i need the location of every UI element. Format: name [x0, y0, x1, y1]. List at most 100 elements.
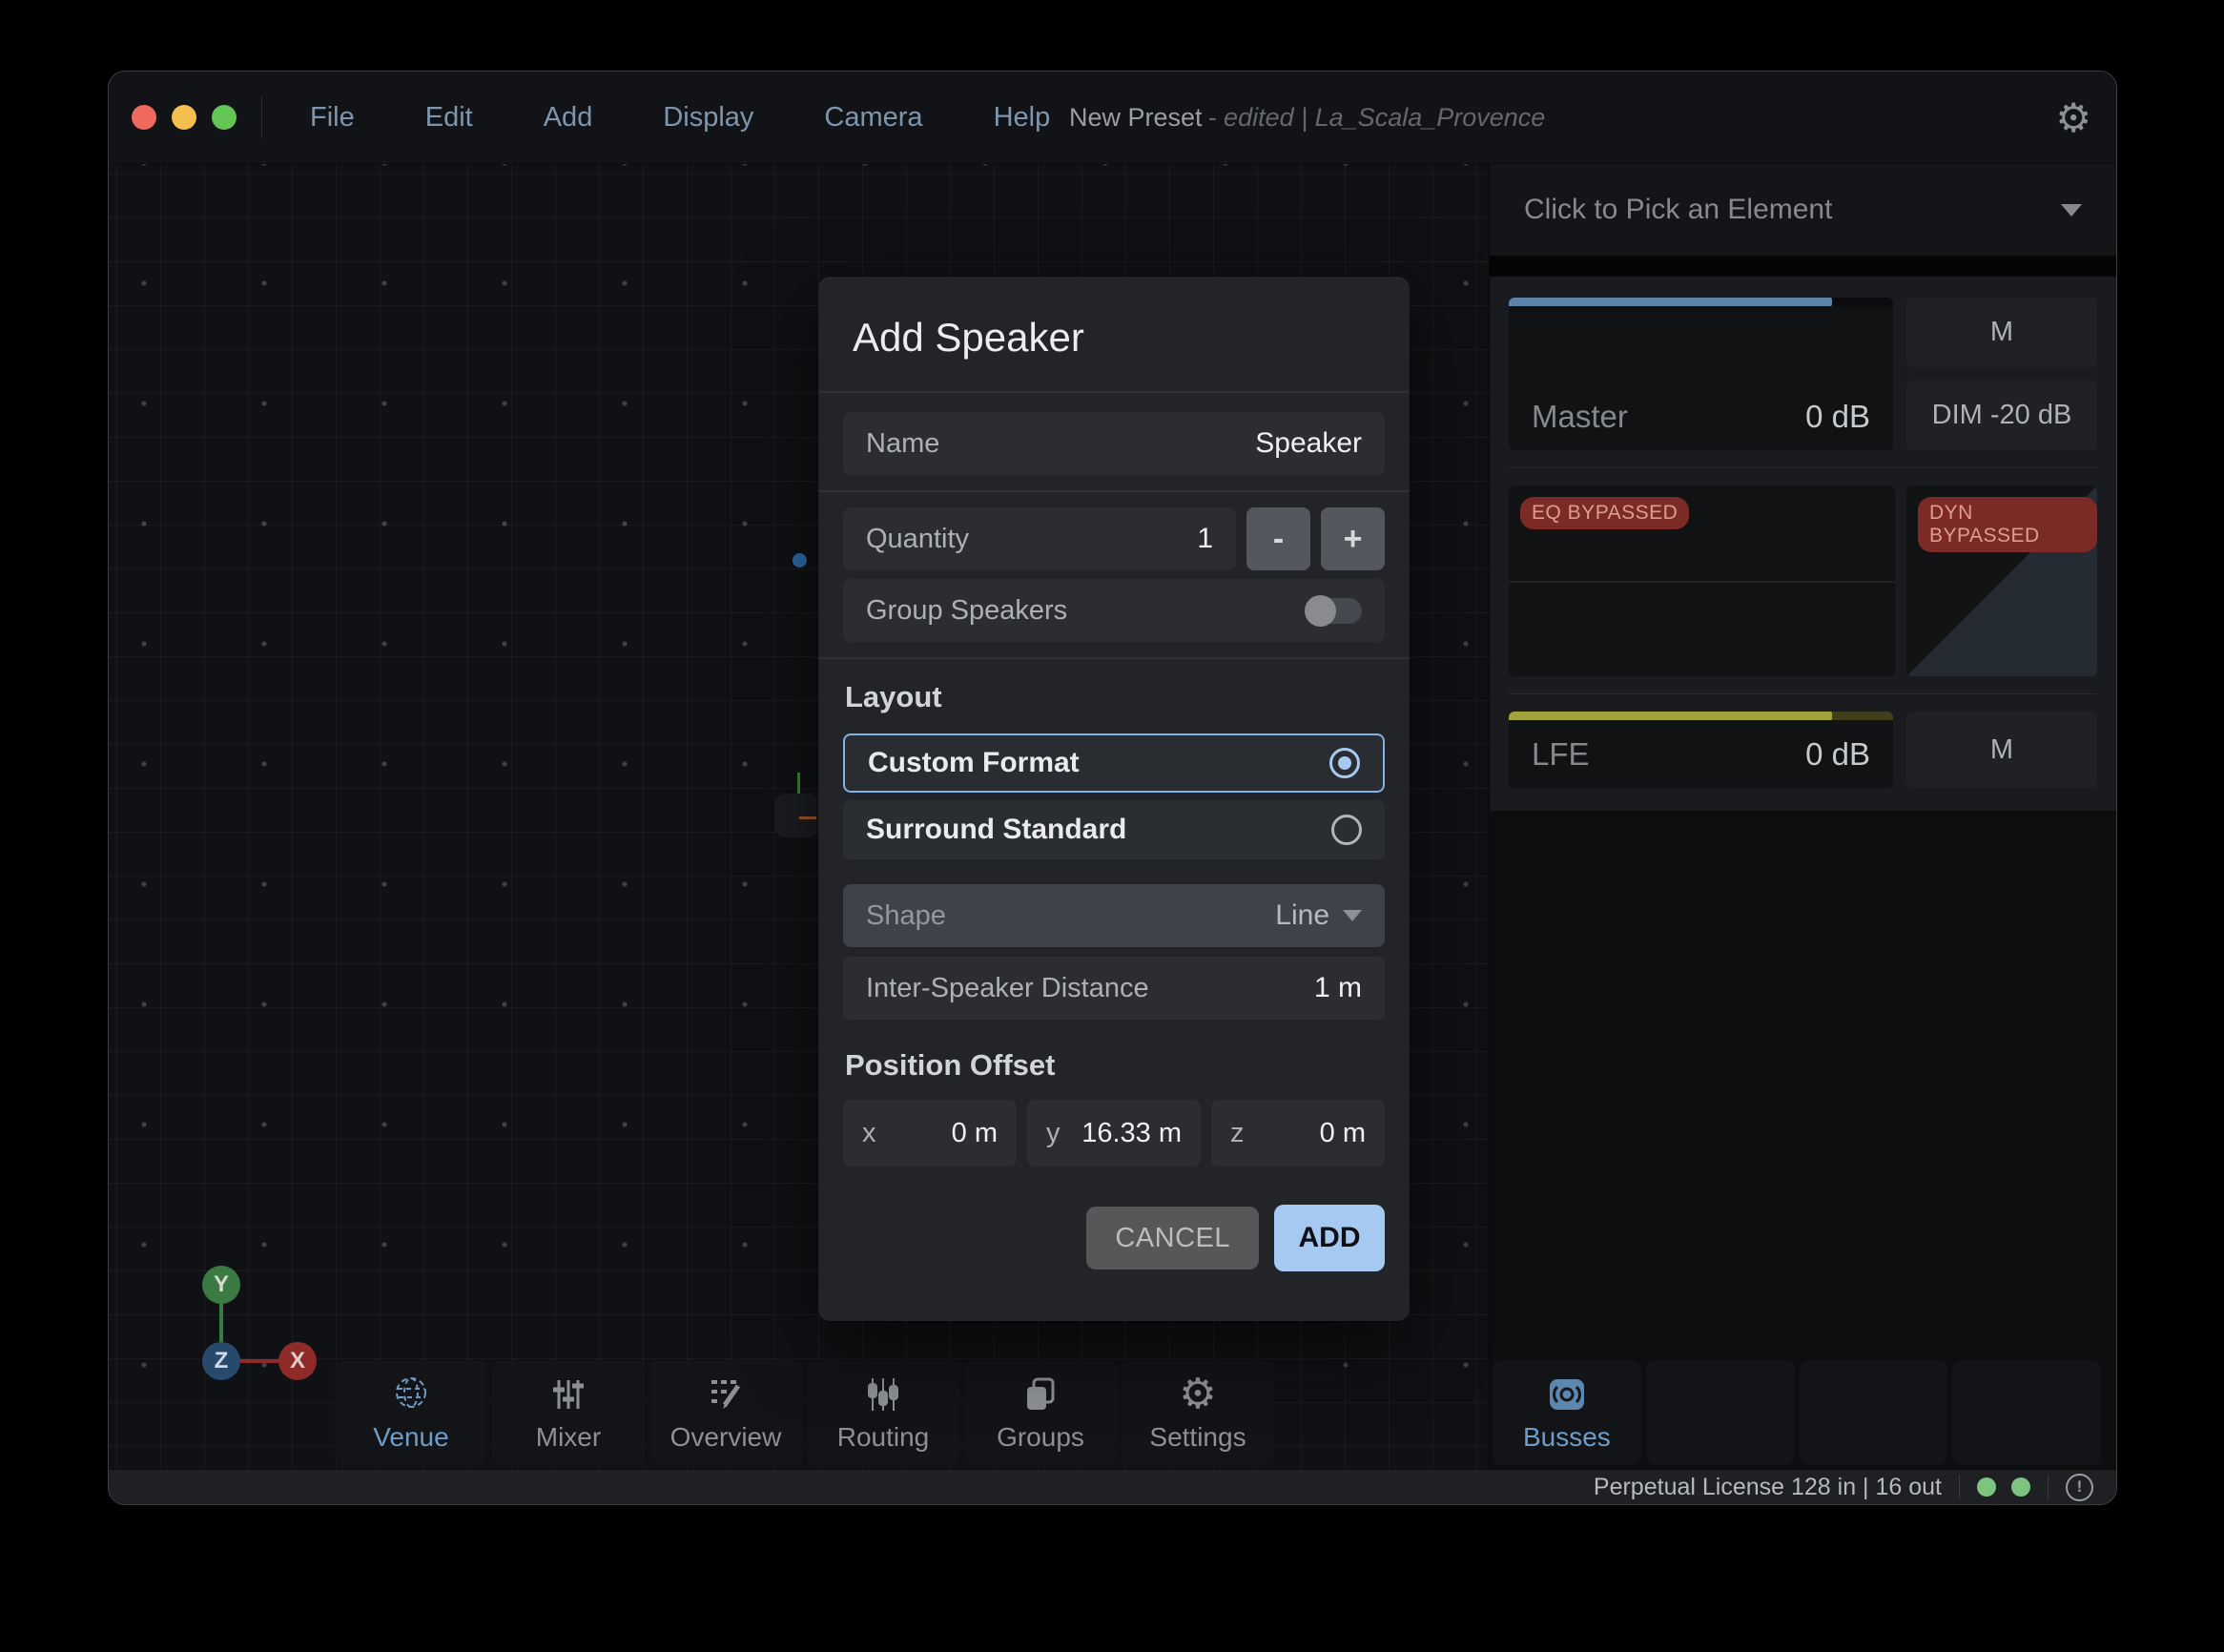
add-speaker-dialog: Add Speaker Name Speaker Quantity 1 - + …: [818, 277, 1410, 1321]
axis-value: 0 m: [952, 1118, 998, 1149]
add-button[interactable]: ADD: [1274, 1205, 1385, 1271]
divider: [1509, 467, 2097, 468]
mixer-icon: [546, 1373, 590, 1416]
tab-groups[interactable]: Groups: [964, 1360, 1117, 1465]
quantity-increment-button[interactable]: +: [1321, 507, 1385, 570]
preset-name: New Preset: [1069, 103, 1203, 133]
tab-mixer[interactable]: Mixer: [492, 1360, 645, 1465]
menu-bar: File Edit Add Display Camera Help New Pr…: [109, 72, 2116, 164]
shape-dropdown[interactable]: Shape Line: [843, 884, 1385, 947]
preset-detail: - edited | La_Scala_Provence: [1208, 103, 1546, 133]
quantity-field[interactable]: Quantity 1: [843, 507, 1236, 570]
tab-label: Groups: [997, 1422, 1084, 1453]
dynamics-display[interactable]: DYN BYPASSED: [1906, 485, 2097, 676]
inter-speaker-distance-field[interactable]: Inter-Speaker Distance 1 m: [843, 957, 1385, 1020]
tab-overview[interactable]: Overview: [649, 1360, 802, 1465]
distance-label: Inter-Speaker Distance: [866, 973, 1149, 1004]
layout-option-custom-format[interactable]: Custom Format: [843, 733, 1385, 793]
menu-file[interactable]: File: [310, 102, 355, 134]
menu-camera[interactable]: Camera: [824, 102, 922, 134]
tab-venue[interactable]: Venue: [335, 1360, 487, 1465]
tab-routing[interactable]: Routing: [807, 1360, 959, 1465]
speaker-bus-icon: [1545, 1373, 1589, 1416]
dialog-title: Add Speaker: [818, 277, 1410, 391]
menu-divider: [261, 96, 262, 138]
cancel-button[interactable]: CANCEL: [1086, 1207, 1259, 1270]
name-field[interactable]: Name Speaker: [843, 412, 1385, 475]
master-dim-button[interactable]: DIM -20 dB: [1906, 381, 2097, 450]
axis-label: y: [1046, 1118, 1061, 1149]
axis-x-ball: X: [278, 1342, 317, 1380]
tab-empty-slot[interactable]: [1952, 1360, 2101, 1465]
group-speakers-label: Group Speakers: [866, 595, 1067, 627]
element-picker[interactable]: Click to Pick an Element: [1490, 164, 2116, 256]
overview-grid-pencil-icon: [704, 1373, 748, 1416]
master-meter-track: [1509, 298, 1893, 306]
axis-label: z: [1230, 1118, 1245, 1149]
close-window-button[interactable]: [132, 105, 156, 130]
tab-label: Settings: [1149, 1422, 1246, 1453]
lfe-meter-fill: [1509, 712, 1832, 720]
dialog-actions: CANCEL ADD: [843, 1205, 1385, 1271]
toggle-knob: [1305, 595, 1336, 627]
layout-option-surround-standard[interactable]: Surround Standard: [843, 800, 1385, 859]
axis-value: 0 m: [1320, 1118, 1366, 1149]
radio-selected-icon[interactable]: [1329, 748, 1360, 778]
master-mute-button[interactable]: M: [1906, 298, 2097, 367]
chevron-down-icon: [2061, 204, 2082, 217]
master-fader[interactable]: Master 0 dB: [1509, 298, 1893, 450]
minimize-window-button[interactable]: [172, 105, 196, 130]
lfe-fader[interactable]: LFE 0 dB: [1509, 712, 1893, 788]
position-z-field[interactable]: z 0 m: [1211, 1100, 1385, 1167]
speaker-preview[interactable]: [774, 794, 820, 837]
tab-empty-slot[interactable]: [1646, 1360, 1795, 1465]
right-panel: Click to Pick an Element Master 0 dB: [1489, 164, 2116, 1469]
tab-label: Busses: [1523, 1422, 1611, 1453]
distance-value: 1 m: [1314, 972, 1362, 1004]
radio-unselected-icon[interactable]: [1331, 815, 1362, 845]
position-x-field[interactable]: x 0 m: [843, 1100, 1017, 1167]
divider: [1509, 693, 2097, 694]
panel-separator: [1490, 256, 2116, 277]
menu-help[interactable]: Help: [994, 102, 1051, 134]
option-label: Custom Format: [868, 747, 1080, 779]
tab-empty-slot[interactable]: [1800, 1360, 1948, 1465]
menu-edit[interactable]: Edit: [425, 102, 473, 134]
settings-gear-icon[interactable]: ⚙: [2055, 72, 2091, 163]
group-speakers-row: Group Speakers: [843, 579, 1385, 642]
position-offset-heading: Position Offset: [845, 1046, 1383, 1084]
layout-heading: Layout: [845, 678, 1383, 716]
name-label: Name: [866, 428, 939, 460]
speaker-dot[interactable]: [793, 553, 807, 568]
lfe-mute-button[interactable]: M: [1906, 712, 2097, 788]
lfe-meter-track: [1509, 712, 1893, 720]
menu-display[interactable]: Display: [663, 102, 753, 134]
group-speakers-toggle[interactable]: [1308, 598, 1362, 624]
chevron-down-icon: [1343, 910, 1362, 921]
dyn-bypassed-badge: DYN BYPASSED: [1918, 497, 2097, 552]
tab-busses[interactable]: Busses: [1493, 1360, 1641, 1465]
axis-z-ball: Z: [202, 1342, 240, 1380]
name-value: Speaker: [1255, 427, 1362, 460]
axis-y-ball: Y: [202, 1266, 240, 1304]
axis-line-x: [239, 1359, 281, 1363]
picker-label: Click to Pick an Element: [1524, 194, 1832, 226]
lfe-row: LFE 0 dB M: [1509, 712, 2097, 788]
menu-add[interactable]: Add: [544, 102, 593, 134]
position-y-field[interactable]: y 16.33 m: [1027, 1100, 1201, 1167]
lfe-label: LFE: [1532, 736, 1590, 773]
notifications-icon[interactable]: !: [2066, 1474, 2093, 1501]
eq-bypassed-badge: EQ BYPASSED: [1520, 497, 1689, 529]
divider: [818, 657, 1410, 659]
eq-curve-line: [1509, 581, 1895, 583]
zoom-window-button[interactable]: [212, 105, 237, 130]
tab-settings[interactable]: ⚙ Settings: [1122, 1360, 1274, 1465]
window-title: New Preset - edited | La_Scala_Provence: [1069, 72, 1545, 163]
axis-line-y: [219, 1303, 223, 1345]
quantity-decrement-button[interactable]: -: [1246, 507, 1310, 570]
license-status: Perpetual License 128 in | 16 out: [1594, 1474, 1942, 1501]
eq-display[interactable]: EQ BYPASSED: [1509, 485, 1895, 676]
master-meter-fill: [1509, 298, 1832, 306]
status-ok-dot: [1977, 1477, 1996, 1497]
window-controls: [109, 105, 237, 130]
